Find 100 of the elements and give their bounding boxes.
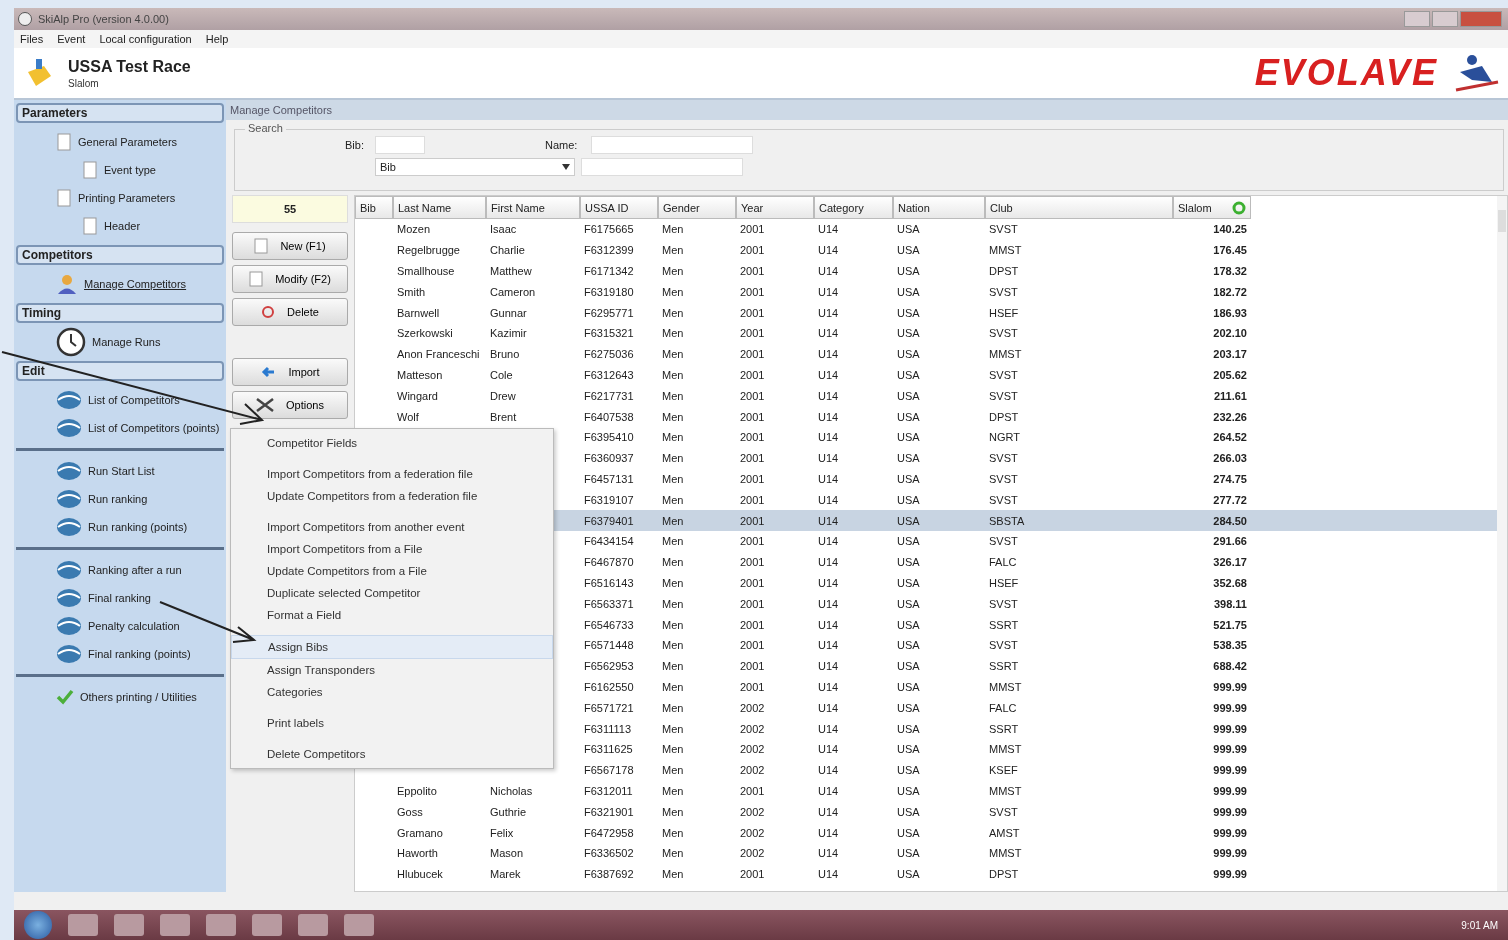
table-row[interactable]: Haworth Mason F6336502 Men 2002 U14 USA MMST 999.99 — [355, 842, 1497, 864]
table-cell: Cameron — [490, 285, 536, 298]
table-cell: F6567178 — [584, 764, 634, 777]
section-header[interactable]: Timing — [16, 303, 224, 323]
sidebar-item[interactable]: Penalty calculation — [88, 620, 180, 632]
bib-field[interactable] — [375, 136, 425, 154]
action-button[interactable]: Import — [232, 358, 348, 386]
start-button[interactable] — [24, 911, 52, 939]
menu-item[interactable]: Categories — [231, 681, 553, 703]
table-row[interactable]: Anon Franceschi Bruno F6275036 Men 2001 U14 USA MMST 203.17 — [355, 343, 1497, 365]
table-cell: Men — [662, 493, 684, 506]
minimize-button[interactable] — [1404, 11, 1430, 27]
section-header[interactable]: Edit — [16, 361, 224, 381]
scrollbar[interactable] — [1497, 196, 1507, 891]
sidebar-item[interactable]: Run Start List — [88, 465, 155, 477]
column-header[interactable]: First Name — [486, 196, 580, 219]
action-button[interactable]: Delete — [232, 298, 348, 326]
table-cell: Marek — [490, 868, 521, 881]
section-header[interactable]: Parameters — [16, 103, 224, 123]
table-row[interactable]: Matteson Cole F6312643 Men 2001 U14 USA SVST 205.62 — [355, 364, 1497, 386]
menu-item[interactable]: Import Competitors from a File — [231, 538, 553, 560]
column-header[interactable]: USSA ID — [580, 196, 658, 219]
column-header[interactable]: Nation — [893, 196, 985, 219]
taskbar-app-icon[interactable] — [344, 914, 374, 936]
action-button[interactable]: Modify (F2) — [232, 265, 348, 293]
menu-item[interactable]: Local configuration — [99, 33, 192, 45]
taskbar-app-icon[interactable] — [252, 914, 282, 936]
sidebar-item[interactable]: Manage Competitors — [84, 278, 187, 290]
action-button[interactable]: Options — [232, 391, 348, 419]
table-row[interactable]: Smith Cameron F6319180 Men 2001 U14 USA SVST 182.72 — [355, 281, 1497, 303]
filter-field[interactable] — [581, 158, 743, 176]
table-row[interactable]: Regelbrugge Charlie F6312399 Men 2001 U14 USA MMST 176.45 — [355, 239, 1497, 261]
column-header[interactable]: Bib — [355, 196, 393, 219]
table-row[interactable]: Mozen Isaac F6175665 Men 2001 U14 USA SVST 140.25 — [355, 219, 1497, 240]
column-header[interactable]: Category — [814, 196, 893, 219]
column-header[interactable]: Year — [736, 196, 814, 219]
document-icon — [82, 217, 98, 235]
menu-item[interactable]: Update Competitors from a File — [231, 560, 553, 582]
menu-item[interactable]: Assign Transponders — [231, 659, 553, 681]
sidebar-item[interactable]: Event type — [104, 164, 156, 176]
table-row[interactable]: Barnwell Gunnar F6295771 Men 2001 U14 USA HSEF 186.93 — [355, 302, 1497, 323]
table-row[interactable]: Wingard Drew F6217731 Men 2001 U14 USA SVST 211.61 — [355, 385, 1497, 407]
table-row[interactable]: Smallhouse Matthew F6171342 Men 2001 U14 USA DPST 178.32 — [355, 260, 1497, 282]
menu-item[interactable]: Competitor Fields — [231, 432, 553, 454]
section-header[interactable]: Competitors — [16, 245, 224, 265]
table-cell: USA — [897, 431, 920, 444]
table-row[interactable]: Eppolito Nicholas F6312011 Men 2001 U14 USA MMST 999.99 — [355, 780, 1497, 802]
table-cell: Gunnar — [490, 306, 527, 319]
table-cell: 2001 — [740, 244, 765, 257]
table-cell: USA — [897, 722, 920, 735]
maximize-button[interactable] — [1432, 11, 1458, 27]
table-cell: 999.99 — [1213, 680, 1247, 693]
menu-item[interactable]: Import Competitors from a federation file — [231, 463, 553, 485]
table-row[interactable]: Wolf Brent F6407538 Men 2001 U14 USA DPST 232.26 — [355, 406, 1497, 427]
table-cell: 538.35 — [1213, 639, 1247, 652]
sidebar-item[interactable]: List of Competitors (points) — [88, 422, 220, 434]
taskbar-app-icon[interactable] — [68, 914, 98, 936]
sidebar-item[interactable]: Run ranking (points) — [88, 521, 188, 533]
menu-item[interactable]: Duplicate selected Competitor — [231, 582, 553, 604]
table-row[interactable]: Szerkowski Kazimir F6315321 Men 2001 U14 USA SVST 202.10 — [355, 323, 1497, 344]
taskbar-app-icon[interactable] — [206, 914, 236, 936]
table-cell: Bruno — [490, 348, 520, 361]
table-cell: U14 — [818, 410, 839, 423]
table-cell: 2002 — [740, 847, 765, 860]
table-cell: 352.68 — [1213, 576, 1247, 589]
sidebar-item[interactable]: Others printing / Utilities — [80, 691, 197, 703]
sidebar-item[interactable]: Header — [104, 220, 141, 232]
menu-item[interactable]: Print labels — [231, 712, 553, 734]
sidebar-item[interactable]: Final ranking — [88, 592, 151, 604]
column-header[interactable]: Club — [985, 196, 1173, 219]
table-row[interactable]: Goss Guthrie F6321901 Men 2002 U14 USA SVST 999.99 — [355, 801, 1497, 823]
table-cell: F6457131 — [584, 472, 634, 485]
column-header[interactable]: Last Name — [393, 196, 486, 219]
sidebar-item[interactable]: List of Competitors — [88, 394, 180, 406]
table-row[interactable]: Gramano Felix F6472958 Men 2002 U14 USA AMST 999.99 — [355, 822, 1497, 843]
discipline-label: Slalom — [68, 77, 100, 89]
menu-item[interactable]: Update Competitors from a federation file — [231, 485, 553, 507]
sidebar-item[interactable]: Ranking after a run — [88, 564, 182, 576]
sidebar-item[interactable]: Printing Parameters — [78, 192, 176, 204]
menu-item[interactable]: Event — [57, 33, 86, 45]
taskbar-app-icon[interactable] — [298, 914, 328, 936]
menu-item[interactable]: Files — [20, 33, 44, 45]
menu-item[interactable]: Format a Field — [231, 604, 553, 626]
column-header[interactable]: Gender — [658, 196, 736, 219]
sidebar-item[interactable]: Final ranking (points) — [88, 648, 191, 660]
taskbar-app-icon[interactable] — [160, 914, 190, 936]
table-cell: Gramano — [397, 826, 443, 839]
sidebar-item[interactable]: Run ranking — [88, 493, 148, 505]
table-cell: USA — [897, 535, 920, 548]
sort-dropdown[interactable]: Bib — [375, 158, 575, 176]
menu-item[interactable]: Help — [205, 33, 229, 45]
sidebar-item[interactable]: Manage Runs — [92, 336, 161, 348]
action-button[interactable]: New (F1) — [232, 232, 348, 260]
table-row[interactable]: Hlubucek Marek F6387692 Men 2001 U14 USA DPST 999.99 — [355, 863, 1497, 885]
close-button[interactable] — [1460, 11, 1502, 27]
sidebar-item[interactable]: General Parameters — [78, 136, 178, 148]
name-field[interactable] — [591, 136, 753, 154]
column-header[interactable]: Slalom — [1173, 196, 1251, 219]
menu-item[interactable]: Assign Bibs — [231, 635, 553, 659]
taskbar-app-icon[interactable] — [114, 914, 144, 936]
